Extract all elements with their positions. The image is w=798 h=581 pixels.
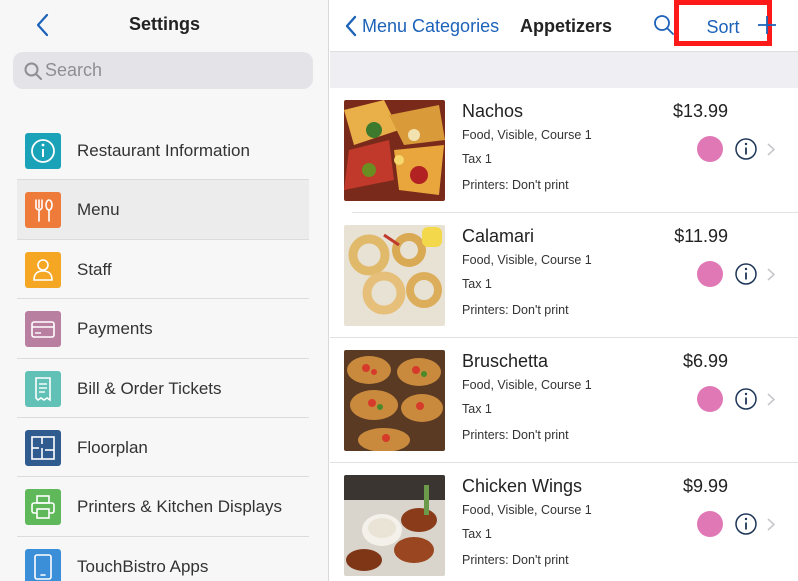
item-tax: Tax 1 bbox=[462, 152, 492, 166]
info-icon[interactable] bbox=[734, 262, 758, 286]
tablet-icon bbox=[25, 548, 61, 581]
settings-title: Settings bbox=[128, 14, 200, 34]
item-printers: Printers: Don't print bbox=[462, 303, 569, 317]
calamari-photo bbox=[344, 225, 445, 326]
menu-item-row[interactable]: Calamari Food, Visible, Course 1 Tax 1 P… bbox=[330, 213, 798, 338]
settings-item-printers-kitchen-displays[interactable]: Printers & Kitchen Displays bbox=[17, 477, 309, 537]
settings-item-label: Floorplan bbox=[77, 437, 148, 457]
settings-item-menu[interactable]: Menu bbox=[17, 180, 309, 240]
item-price: $13.99 bbox=[672, 101, 728, 121]
settings-item-label: Staff bbox=[77, 259, 112, 279]
item-printers: Printers: Don't print bbox=[462, 553, 569, 567]
settings-item-label: Menu bbox=[77, 200, 120, 220]
fork-knife-icon bbox=[25, 192, 61, 229]
settings-item-label: TouchBistro Apps bbox=[77, 556, 209, 576]
item-price: $11.99 bbox=[674, 226, 728, 246]
item-tax: Tax 1 bbox=[462, 402, 492, 416]
info-icon[interactable] bbox=[734, 137, 758, 161]
settings-item-payments[interactable]: Payments bbox=[17, 299, 309, 359]
settings-item-label: Payments bbox=[77, 319, 153, 339]
section-header bbox=[330, 52, 798, 88]
search-icon[interactable] bbox=[652, 13, 676, 37]
item-name: Chicken Wings bbox=[462, 476, 583, 496]
menu-item-row[interactable]: Bruschetta Food, Visible, Course 1 Tax 1… bbox=[330, 338, 798, 463]
settings-item-restaurant-information[interactable]: Restaurant Information bbox=[17, 121, 309, 181]
info-icon bbox=[25, 133, 61, 169]
sort-label: Sort bbox=[706, 17, 740, 37]
chevron-right-icon bbox=[767, 393, 775, 406]
item-name: Bruschetta bbox=[462, 351, 549, 371]
printer-icon bbox=[25, 489, 61, 526]
settings-item-bill-order-tickets[interactable]: Bill & Order Tickets bbox=[17, 358, 309, 418]
back-label: Menu Categories bbox=[362, 16, 500, 36]
item-name: Calamari bbox=[462, 226, 535, 246]
settings-header: Settings bbox=[0, 0, 329, 50]
item-meta: Food, Visible, Course 1 bbox=[462, 503, 592, 517]
search-icon bbox=[24, 62, 42, 80]
settings-pane: Settings Restaurant Information Menu bbox=[0, 0, 329, 581]
item-printers: Printers: Don't print bbox=[462, 428, 569, 442]
menu-item-row[interactable]: Chicken Wings Food, Visible, Course 1 Ta… bbox=[330, 463, 798, 581]
menu-items-pane: Menu Categories Appetizers Sort Nachos F… bbox=[330, 0, 798, 581]
item-color-dot bbox=[697, 136, 723, 162]
item-meta: Food, Visible, Course 1 bbox=[462, 253, 592, 267]
card-icon bbox=[25, 311, 61, 348]
item-tax: Tax 1 bbox=[462, 277, 492, 291]
item-price: $9.99 bbox=[682, 476, 728, 496]
nav-bar: Menu Categories Appetizers Sort bbox=[330, 0, 798, 52]
back-chevron-icon bbox=[345, 15, 357, 37]
item-meta: Food, Visible, Course 1 bbox=[462, 128, 592, 142]
page-title: Appetizers bbox=[520, 16, 613, 36]
settings-item-label: Printers & Kitchen Displays bbox=[77, 497, 283, 517]
info-icon[interactable] bbox=[734, 387, 758, 411]
nachos-photo bbox=[344, 100, 445, 201]
settings-item-staff[interactable]: Staff bbox=[17, 239, 309, 300]
settings-item-floorplan[interactable]: Floorplan bbox=[17, 417, 309, 478]
settings-item-label: Restaurant Information bbox=[77, 141, 250, 160]
info-icon[interactable] bbox=[734, 512, 758, 536]
bruschetta-photo bbox=[344, 350, 445, 451]
settings-item-label: Bill & Order Tickets bbox=[77, 378, 222, 398]
menu-item-list: Nachos Food, Visible, Course 1 Tax 1 Pri… bbox=[330, 88, 798, 581]
item-name: Nachos bbox=[462, 101, 524, 121]
item-tax: Tax 1 bbox=[462, 527, 492, 541]
floorplan-icon bbox=[25, 429, 61, 466]
chevron-right-icon bbox=[767, 268, 775, 281]
item-price: $6.99 bbox=[682, 351, 728, 371]
search-input[interactable] bbox=[45, 56, 305, 85]
item-meta: Food, Visible, Course 1 bbox=[462, 378, 592, 392]
chicken-wings-photo bbox=[344, 475, 445, 576]
item-color-dot bbox=[697, 261, 723, 287]
menu-item-row[interactable]: Nachos Food, Visible, Course 1 Tax 1 Pri… bbox=[330, 88, 798, 213]
plus-icon[interactable] bbox=[755, 13, 779, 37]
chevron-right-icon bbox=[767, 143, 775, 156]
settings-list: Restaurant Information Menu Staff Paymen… bbox=[17, 121, 309, 581]
settings-item-touchbistro-apps[interactable]: TouchBistro Apps bbox=[17, 536, 309, 581]
item-printers: Printers: Don't print bbox=[462, 178, 569, 192]
receipt-icon bbox=[25, 370, 61, 407]
search-field[interactable] bbox=[13, 52, 313, 89]
item-color-dot bbox=[697, 386, 723, 412]
item-color-dot bbox=[697, 511, 723, 537]
person-icon bbox=[25, 251, 61, 288]
chevron-right-icon bbox=[767, 518, 775, 531]
